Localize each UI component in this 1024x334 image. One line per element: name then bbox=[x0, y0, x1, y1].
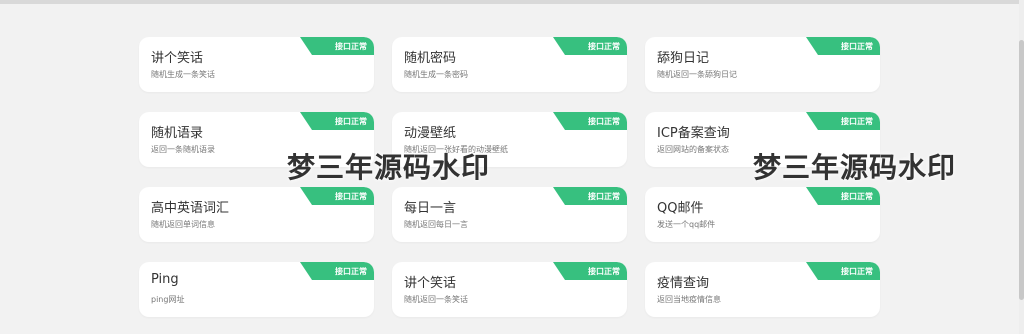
card-title: Ping bbox=[151, 272, 179, 287]
card-description: 随机返回每日一言 bbox=[404, 220, 468, 229]
status-badge-label: 接口正常 bbox=[588, 117, 620, 126]
api-card-qq-mail[interactable]: QQ邮件 发送一个qq邮件 接口正常 bbox=[645, 187, 880, 242]
card-description: 随机生成一条笑话 bbox=[151, 70, 215, 79]
api-card-joke-2[interactable]: 讲个笑话 随机返回一条笑话 接口正常 bbox=[392, 262, 627, 317]
status-badge: 接口正常 bbox=[553, 187, 627, 205]
watermark-left: 梦三年源码水印 bbox=[287, 151, 491, 184]
card-description: 返回当地疫情信息 bbox=[657, 295, 721, 304]
scrollbar-thumb[interactable] bbox=[1019, 40, 1024, 300]
status-badge-label: 接口正常 bbox=[335, 192, 367, 201]
card-description: 随机返回一条笑话 bbox=[404, 295, 468, 304]
status-badge: 接口正常 bbox=[553, 262, 627, 280]
status-badge: 接口正常 bbox=[300, 37, 374, 55]
card-title: 舔狗日记 bbox=[657, 51, 710, 66]
status-badge-label: 接口正常 bbox=[841, 192, 873, 201]
status-badge-label: 接口正常 bbox=[588, 192, 620, 201]
status-badge-label: 接口正常 bbox=[335, 117, 367, 126]
status-badge-label: 接口正常 bbox=[841, 117, 873, 126]
status-badge: 接口正常 bbox=[806, 37, 880, 55]
api-card-joke[interactable]: 讲个笑话 随机生成一条笑话 接口正常 bbox=[139, 37, 374, 92]
card-title: 随机密码 bbox=[404, 51, 457, 66]
status-badge-label: 接口正常 bbox=[335, 267, 367, 276]
status-badge: 接口正常 bbox=[553, 112, 627, 130]
card-description: 发送一个qq邮件 bbox=[657, 220, 716, 229]
watermark-right: 梦三年源码水印 bbox=[753, 151, 957, 184]
status-badge: 接口正常 bbox=[300, 187, 374, 205]
card-description: ping网址 bbox=[151, 295, 185, 304]
card-title: QQ邮件 bbox=[657, 201, 704, 216]
api-card-ping[interactable]: Ping ping网址 接口正常 bbox=[139, 262, 374, 317]
card-description: 返回网站的备案状态 bbox=[657, 145, 729, 154]
status-badge-label: 接口正常 bbox=[841, 267, 873, 276]
status-badge-label: 接口正常 bbox=[588, 42, 620, 51]
status-badge: 接口正常 bbox=[806, 112, 880, 130]
card-title: 讲个笑话 bbox=[404, 276, 457, 291]
card-title: 动漫壁纸 bbox=[404, 126, 457, 141]
api-card-diary[interactable]: 舔狗日记 随机返回一条舔狗日记 接口正常 bbox=[645, 37, 880, 92]
card-title: 讲个笑话 bbox=[151, 51, 204, 66]
card-description: 随机生成一条密码 bbox=[404, 70, 468, 79]
status-badge: 接口正常 bbox=[806, 262, 880, 280]
status-badge-label: 接口正常 bbox=[335, 42, 367, 51]
card-title: 疫情查询 bbox=[657, 276, 710, 291]
api-card-epidemic-query[interactable]: 疫情查询 返回当地疫情信息 接口正常 bbox=[645, 262, 880, 317]
api-card-daily-quote[interactable]: 每日一言 随机返回每日一言 接口正常 bbox=[392, 187, 627, 242]
card-description: 返回一条随机语录 bbox=[151, 145, 215, 154]
status-badge: 接口正常 bbox=[300, 262, 374, 280]
status-badge: 接口正常 bbox=[300, 112, 374, 130]
status-badge-label: 接口正常 bbox=[841, 42, 873, 51]
card-title: 随机语录 bbox=[151, 126, 204, 141]
api-card-random-password[interactable]: 随机密码 随机生成一条密码 接口正常 bbox=[392, 37, 627, 92]
card-title: ICP备案查询 bbox=[657, 126, 730, 141]
card-description: 随机返回一条舔狗日记 bbox=[657, 70, 737, 79]
api-card-english-vocab[interactable]: 高中英语词汇 随机返回单词信息 接口正常 bbox=[139, 187, 374, 242]
card-description: 随机返回单词信息 bbox=[151, 220, 215, 229]
card-title: 高中英语词汇 bbox=[151, 201, 230, 216]
status-badge: 接口正常 bbox=[553, 37, 627, 55]
status-badge-label: 接口正常 bbox=[588, 267, 620, 276]
status-badge: 接口正常 bbox=[806, 187, 880, 205]
card-title: 每日一言 bbox=[404, 201, 457, 216]
top-bar bbox=[0, 0, 1024, 4]
